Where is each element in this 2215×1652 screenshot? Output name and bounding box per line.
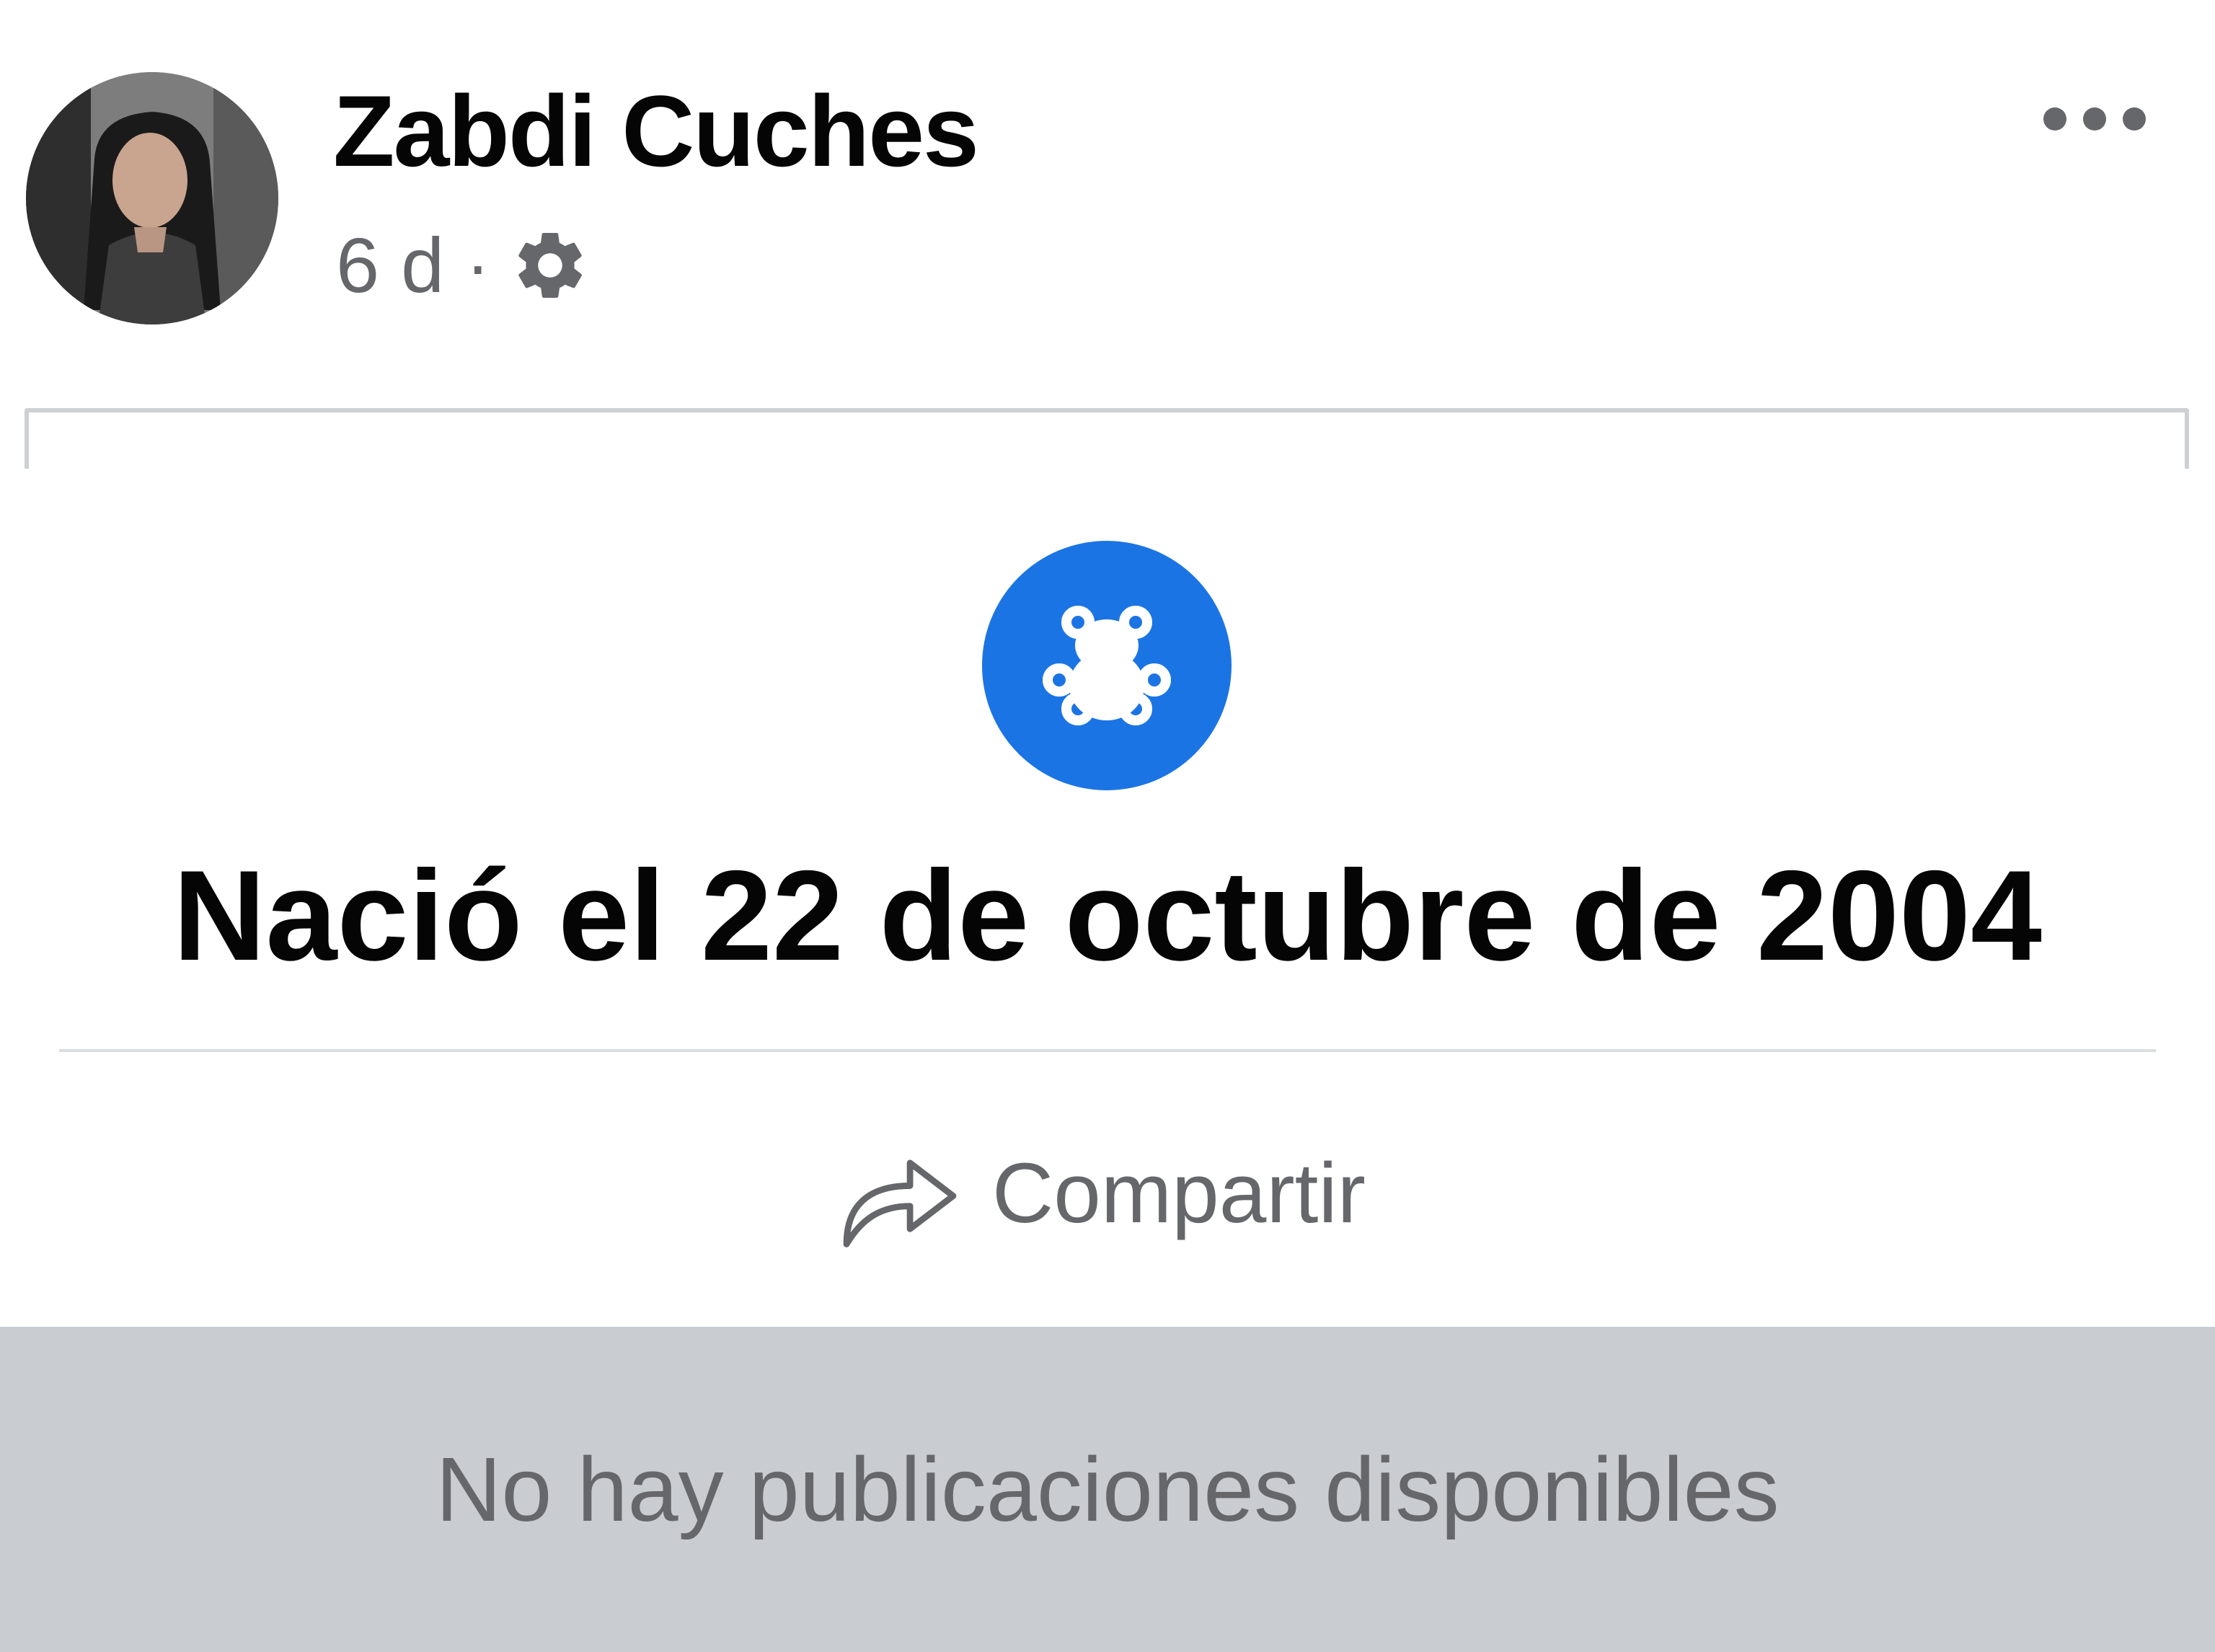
post-meta: 6 d · (336, 215, 591, 316)
meta-separator: · (466, 225, 490, 306)
author-name[interactable]: Zabdi Cuches (333, 74, 979, 189)
post-card: Zabdi Cuches 6 d · Nació el 22 de octubr… (0, 0, 2215, 1327)
empty-state: No hay publicaciones disponibles (0, 1327, 2215, 1652)
share-button[interactable]: Compartir (836, 1125, 1366, 1262)
life-event-title: Nació el 22 de octubre de 2004 (172, 844, 2043, 987)
share-arrow-icon (843, 1160, 957, 1247)
avatar[interactable] (26, 72, 278, 324)
divider (59, 1049, 2156, 1052)
post-timestamp[interactable]: 6 d (336, 215, 444, 316)
life-event-badge (982, 541, 1232, 790)
avatar-photo (26, 72, 278, 324)
gear-icon[interactable] (510, 225, 591, 306)
life-event-frame (25, 408, 2189, 469)
more-dots-icon (2043, 107, 2146, 131)
share-label: Compartir (992, 1146, 1366, 1241)
teddy-bear-icon (1043, 606, 1171, 725)
empty-state-message: No hay publicaciones disponibles (436, 1438, 1779, 1540)
more-options-button[interactable] (2033, 87, 2156, 151)
